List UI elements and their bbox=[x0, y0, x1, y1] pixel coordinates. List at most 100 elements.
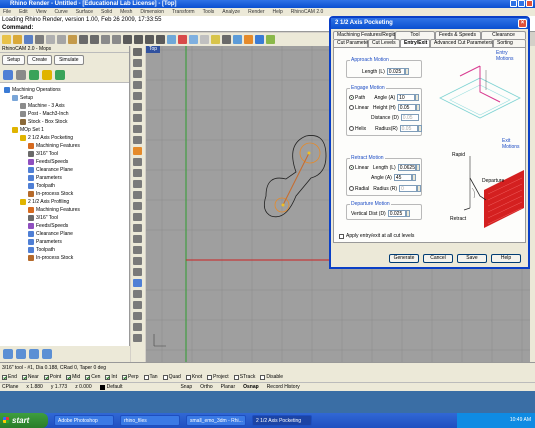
undo-icon[interactable] bbox=[79, 35, 88, 44]
copy-tool-icon[interactable] bbox=[133, 235, 142, 243]
osnap-mid[interactable]: Mid bbox=[66, 374, 80, 380]
zoom-window-icon[interactable] bbox=[134, 35, 143, 44]
retract-length-spinner[interactable] bbox=[415, 164, 420, 171]
menu-mesh[interactable]: Mesh bbox=[120, 8, 132, 16]
mesh-icon[interactable] bbox=[133, 312, 142, 320]
toggle-ortho[interactable]: Ortho bbox=[200, 384, 213, 390]
history-icon[interactable] bbox=[133, 334, 142, 342]
toggle-osnap[interactable]: Osnap bbox=[243, 384, 259, 390]
osnap-point[interactable]: Point bbox=[43, 374, 61, 380]
toolpath-link[interactable] bbox=[282, 152, 310, 206]
polyline-icon[interactable] bbox=[133, 81, 142, 89]
osnap-strack[interactable]: STrack bbox=[233, 374, 255, 380]
osnap-checkbox[interactable] bbox=[105, 374, 111, 380]
toggle-snap[interactable]: Snap bbox=[180, 384, 192, 390]
clock[interactable]: 10:49 AM bbox=[510, 417, 531, 423]
tab-create[interactable]: Create bbox=[27, 55, 53, 65]
task-photoshop[interactable]: Adobe Photoshop bbox=[54, 415, 114, 426]
menu-solid[interactable]: Solid bbox=[101, 8, 112, 16]
cancel-button[interactable]: Cancel bbox=[423, 254, 453, 263]
osnap-checkbox[interactable] bbox=[121, 374, 127, 380]
analyze-icon[interactable] bbox=[133, 301, 142, 309]
stock-icon[interactable] bbox=[29, 70, 39, 80]
line-icon[interactable] bbox=[133, 70, 142, 78]
surface-icon[interactable] bbox=[133, 147, 142, 155]
dimension-icon[interactable] bbox=[133, 279, 142, 287]
rotate-view-icon[interactable] bbox=[112, 35, 121, 44]
osnap-icon[interactable] bbox=[200, 35, 209, 44]
start-button[interactable]: start bbox=[0, 413, 48, 428]
tree-node[interactable]: In-process Stock bbox=[0, 190, 129, 198]
osnap-knot[interactable]: Knot bbox=[185, 374, 202, 380]
task-rhino[interactable]: small_emo_3dm - Rhi... bbox=[186, 415, 246, 426]
tree-node[interactable]: Clearance Plane bbox=[0, 230, 129, 238]
text-icon[interactable] bbox=[133, 290, 142, 298]
osnap-near[interactable]: Near bbox=[21, 374, 39, 380]
help-icon[interactable] bbox=[266, 35, 275, 44]
setup-icon[interactable] bbox=[3, 349, 13, 359]
tree-node[interactable]: Toolpath bbox=[0, 182, 129, 190]
menu-surface[interactable]: Surface bbox=[76, 8, 93, 16]
tree-node[interactable]: Clearance Plane bbox=[0, 166, 129, 174]
curve-icon[interactable] bbox=[133, 92, 142, 100]
osnap-checkbox[interactable] bbox=[21, 374, 27, 380]
osnap-checkbox[interactable] bbox=[143, 374, 149, 380]
dialog-titlebar[interactable]: 2 1/2 Axis Pocketing × bbox=[331, 18, 528, 29]
menu-rhinocam[interactable]: RhinoCAM 2.0 bbox=[291, 8, 324, 16]
menu-transform[interactable]: Transform bbox=[172, 8, 195, 16]
menu-analyze[interactable]: Analyze bbox=[222, 8, 240, 16]
save-icon[interactable] bbox=[24, 35, 33, 44]
tree-node[interactable]: Feeds/Speeds bbox=[0, 222, 129, 230]
menu-help[interactable]: Help bbox=[273, 8, 283, 16]
engage-angle-input[interactable]: 10 bbox=[397, 94, 416, 101]
tree-node[interactable]: Toolpath bbox=[0, 246, 129, 254]
close-button[interactable] bbox=[526, 0, 533, 7]
osnap-checkbox[interactable] bbox=[66, 374, 72, 380]
mops-icon[interactable] bbox=[16, 349, 26, 359]
split-icon[interactable] bbox=[133, 191, 142, 199]
shaded-icon[interactable] bbox=[233, 35, 242, 44]
fillet-icon[interactable] bbox=[133, 169, 142, 177]
new-icon[interactable] bbox=[2, 35, 11, 44]
osnap-quad[interactable]: Quad bbox=[162, 374, 181, 380]
osnap-checkbox[interactable] bbox=[207, 374, 213, 380]
ellipse-icon[interactable] bbox=[133, 125, 142, 133]
tree-node[interactable]: 3/16" Tool bbox=[0, 150, 129, 158]
engage-helix-radio[interactable] bbox=[349, 126, 354, 131]
osnap-perp[interactable]: Perp bbox=[121, 374, 139, 380]
machine-icon[interactable] bbox=[16, 70, 26, 80]
tab-advanced-cut-parameters[interactable]: Advanced Cut Parameters bbox=[430, 39, 493, 47]
tree-node[interactable]: Machining Features bbox=[0, 206, 129, 214]
engage-angle-spinner[interactable] bbox=[415, 94, 420, 101]
task-pocketing-dialog[interactable]: 2 1/2 Axis Pocketing bbox=[252, 415, 312, 426]
toggle-record-history[interactable]: Record History bbox=[267, 384, 300, 390]
retract-angle-input[interactable]: 45 bbox=[393, 174, 412, 181]
generate-button[interactable]: Generate bbox=[389, 254, 419, 263]
pan-icon[interactable] bbox=[101, 35, 110, 44]
osnap-tan[interactable]: Tan bbox=[143, 374, 158, 380]
tab-sorting[interactable]: Sorting bbox=[493, 39, 526, 47]
stock-view-icon[interactable] bbox=[29, 349, 39, 359]
engage-height-spinner[interactable] bbox=[415, 104, 420, 111]
render-icon[interactable] bbox=[255, 35, 264, 44]
mop-icon[interactable] bbox=[3, 70, 13, 80]
retract-radial-radio[interactable] bbox=[349, 186, 354, 191]
tree-node[interactable]: Setup bbox=[0, 94, 129, 102]
approach-length-spinner[interactable] bbox=[404, 68, 409, 75]
engage-distance-input[interactable]: 0.05 bbox=[400, 114, 419, 121]
explode-icon[interactable] bbox=[133, 213, 142, 221]
retract-angle-spinner[interactable] bbox=[411, 174, 416, 181]
simulate-icon[interactable] bbox=[42, 349, 52, 359]
task-rhino-files[interactable]: rhino_files bbox=[120, 415, 180, 426]
pocket-outline[interactable] bbox=[263, 135, 327, 218]
tree-node[interactable]: In-process Stock bbox=[0, 254, 129, 262]
apply-all-checkbox[interactable] bbox=[339, 233, 344, 239]
join-icon[interactable] bbox=[133, 202, 142, 210]
menu-tools[interactable]: Tools bbox=[203, 8, 215, 16]
extrude-icon[interactable] bbox=[133, 158, 142, 166]
tab-cut-levels[interactable]: Cut Levels bbox=[368, 39, 400, 47]
engage-height-input[interactable]: 0.05 bbox=[397, 104, 416, 111]
render-tool-icon[interactable] bbox=[133, 323, 142, 331]
tab-entry-exit[interactable]: Entry/Exit bbox=[400, 39, 430, 47]
tree-node[interactable]: Parameters bbox=[0, 238, 129, 246]
